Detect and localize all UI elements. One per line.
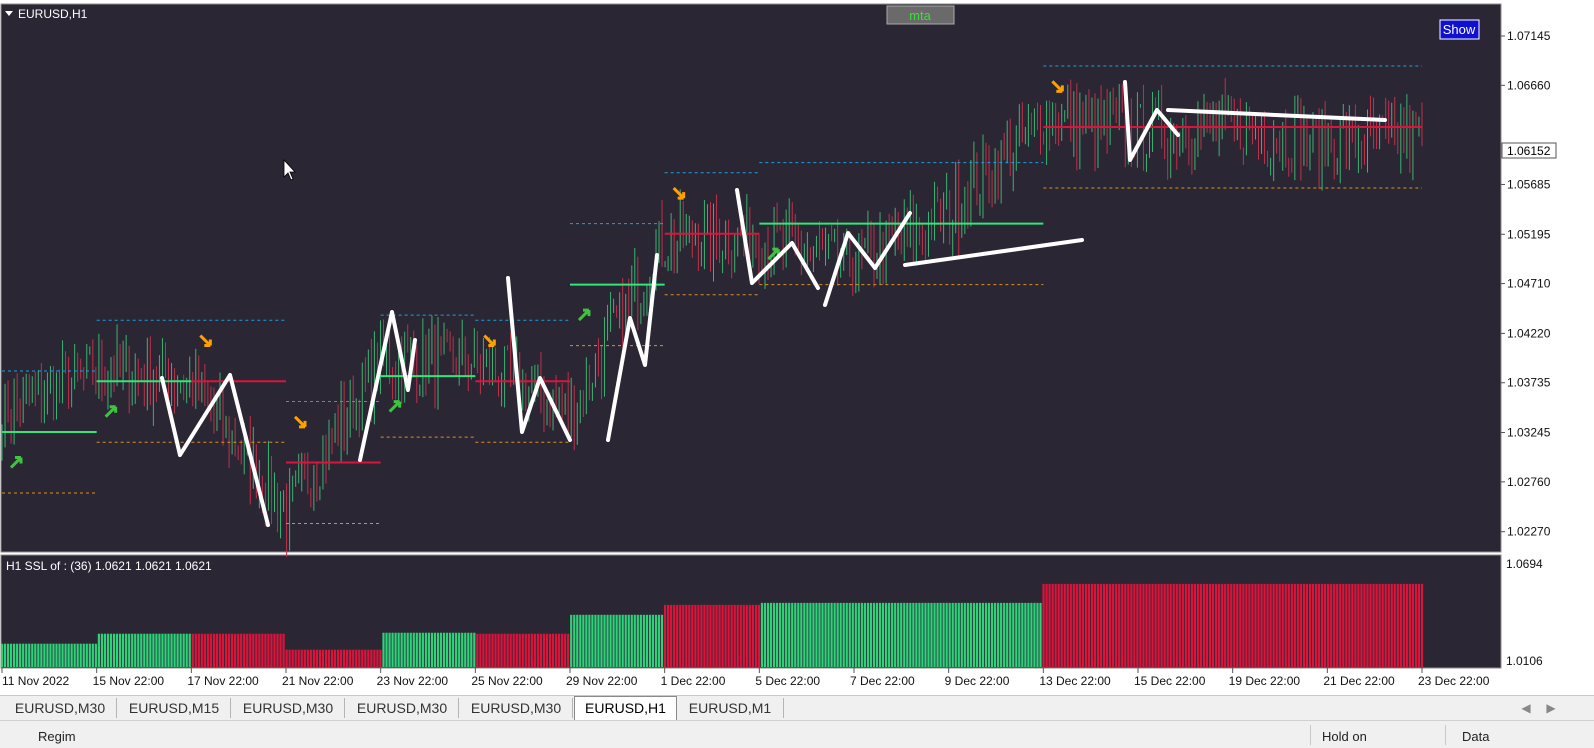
price-axis-label: 1.03735 [1507, 376, 1551, 390]
tab-eurusd-m30-3[interactable]: EURUSD,M30 [346, 698, 459, 718]
status-left-text: Regim [38, 729, 76, 744]
price-axis-label: 1.04220 [1507, 326, 1551, 340]
time-axis-label: 23 Nov 22:00 [377, 674, 449, 688]
mta-button[interactable]: mta [886, 5, 955, 25]
time-axis-label: 1 Dec 22:00 [661, 674, 726, 688]
show-button[interactable]: Show [1439, 19, 1480, 40]
time-axis-label: 5 Dec 22:00 [755, 674, 820, 688]
price-axis-label: 1.06660 [1507, 78, 1551, 92]
time-axis: 11 Nov 2022 15 Nov 22:00 17 Nov 22:00 21 No… [1, 668, 1490, 688]
status-right-text: Data [1462, 729, 1490, 744]
status-mid-text: Hold on [1322, 729, 1367, 744]
chart-canvas[interactable]: EURUSD,H1 mta Show 1.07145 1.06660 1.05685… [0, 0, 1594, 695]
tab-eurusd-m30-2[interactable]: EURUSD,M30 [232, 698, 345, 718]
status-divider [1310, 725, 1311, 745]
tab-eurusd-h1[interactable]: EURUSD,H1 [574, 696, 677, 720]
price-axis-label: 1.04710 [1507, 277, 1551, 291]
time-axis-label: 17 Nov 22:00 [187, 674, 259, 688]
indicator-axis-bottom: 1.0106 [1506, 654, 1543, 668]
status-bar: Regim Hold on Data [0, 720, 1594, 748]
time-axis-label: 25 Nov 22:00 [471, 674, 543, 688]
time-axis-label: 23 Dec 22:00 [1418, 674, 1490, 688]
tabs-scroll-left-icon[interactable]: ◀ [1518, 698, 1534, 718]
chart-window[interactable]: EURUSD,H1 mta Show 1.07145 1.06660 1.05685… [0, 0, 1594, 695]
time-axis-label: 19 Dec 22:00 [1229, 674, 1301, 688]
current-price-marker: 1.06152 [1501, 142, 1557, 159]
tabs-scroll-right-icon[interactable]: ▶ [1543, 698, 1559, 718]
status-divider [1445, 725, 1446, 745]
price-axis-label: 1.02270 [1507, 525, 1551, 539]
time-axis-label: 15 Dec 22:00 [1134, 674, 1206, 688]
price-axis-label: 1.05685 [1507, 177, 1551, 191]
price-axis-label: 1.02760 [1507, 475, 1551, 489]
time-axis-label: 29 Nov 22:00 [566, 674, 638, 688]
show-button-label: Show [1443, 22, 1476, 37]
current-price-label: 1.06152 [1507, 144, 1551, 158]
price-axis-label: 1.07145 [1507, 29, 1551, 43]
time-axis-label: 11 Nov 2022 [2, 674, 69, 688]
time-axis-label: 9 Dec 22:00 [945, 674, 1010, 688]
indicator-axis-top: 1.0694 [1506, 557, 1543, 571]
tab-eurusd-m15[interactable]: EURUSD,M15 [118, 698, 231, 718]
tab-eurusd-m1[interactable]: EURUSD,M1 [677, 698, 784, 718]
mta-button-label: mta [909, 8, 931, 23]
time-axis-label: 21 Nov 22:00 [282, 674, 354, 688]
time-axis-label: 21 Dec 22:00 [1323, 674, 1395, 688]
price-axis-label: 1.03245 [1507, 426, 1551, 440]
price-axis: 1.07145 1.06660 1.05685 1.05195 1.04710 1.042… [1500, 29, 1551, 539]
price-axis-label: 1.05195 [1507, 227, 1551, 241]
indicator-header: H1 SSL of : (36) 1.0621 1.0621 1.0621 [6, 559, 212, 573]
time-axis-label: 7 Dec 22:00 [850, 674, 915, 688]
time-axis-label: 13 Dec 22:00 [1039, 674, 1111, 688]
time-axis-label: 15 Nov 22:00 [93, 674, 165, 688]
symbol-title: EURUSD,H1 [18, 7, 88, 21]
tab-eurusd-m30-1[interactable]: EURUSD,M30 [4, 698, 117, 718]
chart-tabs-bar: EURUSD,M30 EURUSD,M15 EURUSD,M30 EURUSD,… [0, 695, 1594, 720]
tab-eurusd-m30-4[interactable]: EURUSD,M30 [460, 698, 573, 718]
